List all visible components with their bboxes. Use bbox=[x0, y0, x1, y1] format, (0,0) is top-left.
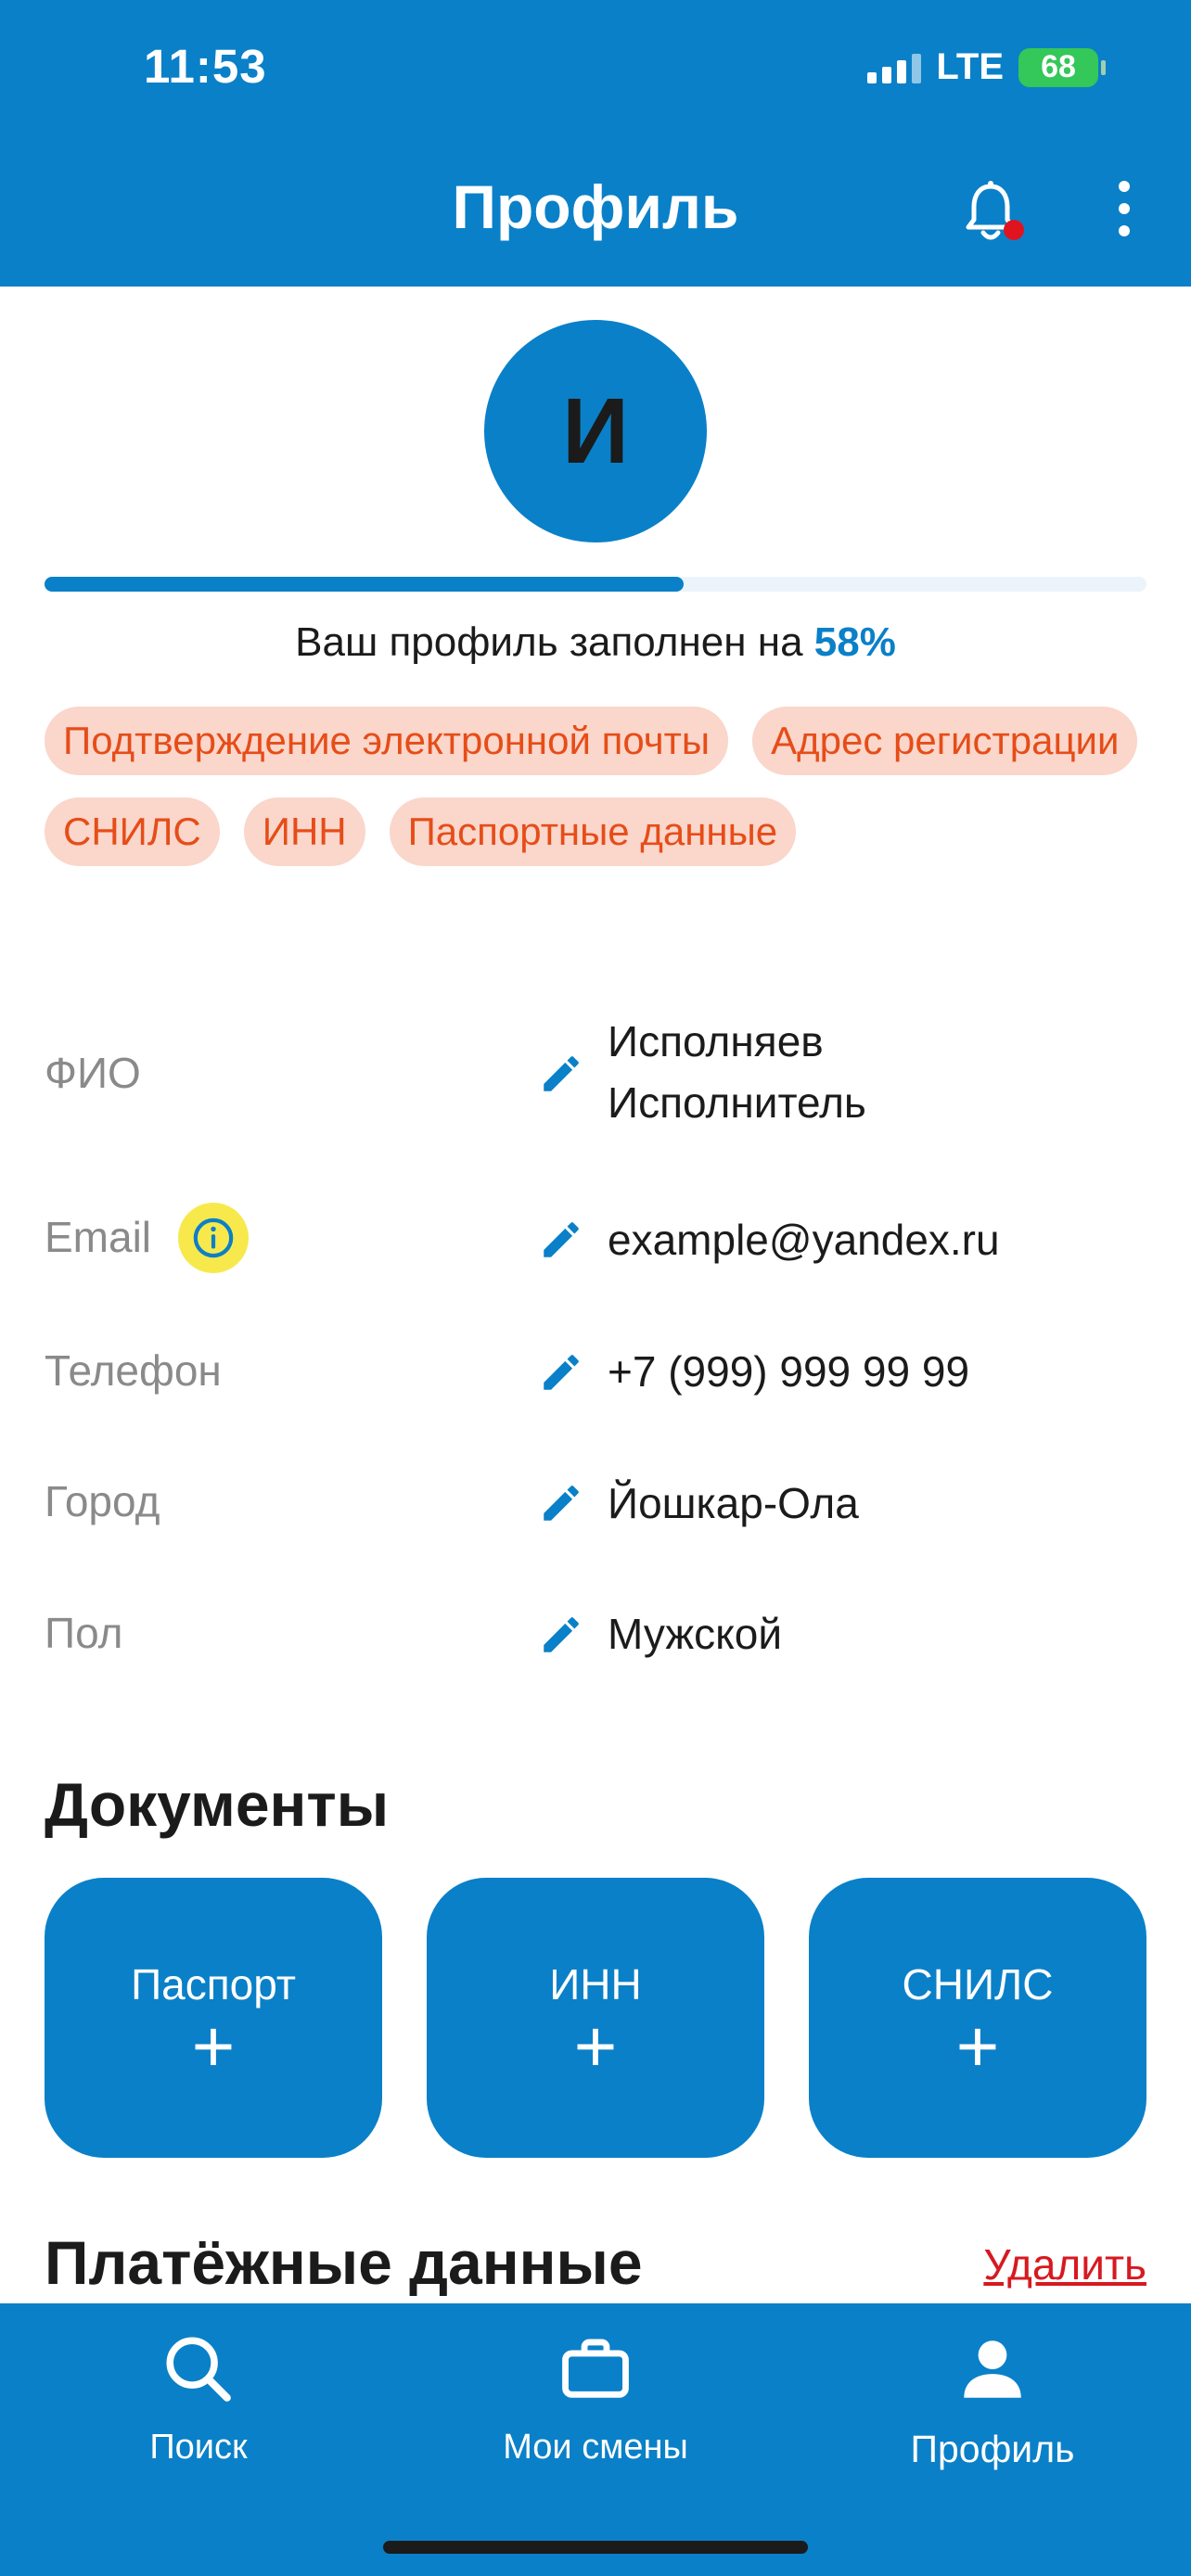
edit-city-pencil-icon[interactable] bbox=[538, 1480, 584, 1526]
add-inn-button[interactable]: ИНН + bbox=[427, 1878, 764, 2158]
doc-label-passport: Паспорт bbox=[131, 1960, 296, 2009]
plus-icon: + bbox=[573, 2005, 618, 2087]
doc-label-snils: СНИЛС bbox=[902, 1960, 1054, 2009]
avatar-initial: И bbox=[562, 378, 629, 483]
nav-item-profile[interactable]: Профиль bbox=[853, 2331, 1132, 2471]
briefcase-icon bbox=[562, 2339, 629, 2398]
payment-title: Платёжные данные bbox=[45, 2228, 643, 2297]
status-indicators: LTE 68 bbox=[867, 46, 1106, 88]
nav-label-shifts: Мои смены bbox=[503, 2428, 688, 2467]
search-icon bbox=[166, 2337, 231, 2402]
documents-title: Документы bbox=[45, 1770, 390, 1839]
network-type: LTE bbox=[936, 46, 1004, 87]
profile-screen: 11:53 LTE 68 Профиль И Ваш профиль запол bbox=[0, 0, 1191, 2576]
progress-percent: 58% bbox=[813, 619, 896, 665]
progress-text-prefix: Ваш профиль заполнен на bbox=[295, 619, 803, 665]
person-icon bbox=[964, 2340, 1021, 2398]
app-header: 11:53 LTE 68 Профиль bbox=[0, 0, 1191, 287]
edit-name-pencil-icon[interactable] bbox=[538, 1051, 584, 1097]
chip-snils[interactable]: СНИЛС bbox=[45, 797, 220, 866]
delete-payment-link[interactable]: Удалить bbox=[983, 2239, 1146, 2289]
notification-badge bbox=[1004, 220, 1024, 240]
field-label-phone: Телефон bbox=[45, 1346, 222, 1395]
field-value-city: Йошкар-Ола bbox=[608, 1479, 859, 1527]
avatar[interactable]: И bbox=[484, 320, 707, 542]
field-label-email: Email bbox=[45, 1213, 152, 1261]
field-value-email: example@yandex.ru bbox=[608, 1216, 1000, 1264]
field-value-gender: Мужской bbox=[608, 1610, 783, 1658]
add-snils-button[interactable]: СНИЛС + bbox=[809, 1878, 1146, 2158]
nav-item-shifts[interactable]: Мои смены bbox=[456, 2331, 735, 2468]
battery-icon: 68 bbox=[1018, 47, 1106, 87]
field-value-phone: +7 (999) 999 99 99 bbox=[608, 1347, 970, 1396]
profile-progress-text: Ваш профиль заполнен на 58% bbox=[0, 619, 1191, 666]
nav-label-profile: Профиль bbox=[910, 2428, 1075, 2470]
edit-gender-pencil-icon[interactable] bbox=[538, 1612, 584, 1658]
field-label-city: Город bbox=[45, 1477, 160, 1525]
field-value-name-line1: Исполняев bbox=[608, 1017, 824, 1065]
chip-registration-address[interactable]: Адрес регистрации bbox=[752, 707, 1138, 775]
chip-email-confirmation[interactable]: Подтверждение электронной почты bbox=[45, 707, 729, 775]
field-label-gender: Пол bbox=[45, 1609, 123, 1657]
doc-label-inn: ИНН bbox=[549, 1960, 642, 2009]
status-time: 11:53 bbox=[144, 40, 267, 93]
nav-item-search[interactable]: Поиск bbox=[59, 2331, 338, 2468]
edit-email-pencil-icon[interactable] bbox=[538, 1217, 584, 1263]
plus-icon: + bbox=[955, 2005, 1000, 2087]
signal-icon bbox=[867, 52, 922, 83]
plus-icon: + bbox=[191, 2005, 236, 2087]
field-value-name: Исполняев Исполнитель bbox=[608, 1011, 866, 1133]
battery-level: 68 bbox=[1041, 49, 1076, 84]
more-menu-icon[interactable] bbox=[1113, 181, 1135, 236]
edit-phone-pencil-icon[interactable] bbox=[538, 1349, 584, 1396]
field-label-name: ФИО bbox=[45, 1049, 141, 1097]
field-value-name-line2: Исполнитель bbox=[608, 1078, 866, 1127]
chip-passport[interactable]: Паспортные данные bbox=[389, 797, 797, 866]
missing-data-chips: Подтверждение электронной почты Адрес ре… bbox=[45, 707, 1148, 866]
bottom-nav: Поиск Мои смены Профиль bbox=[0, 2303, 1191, 2576]
chip-inn[interactable]: ИНН bbox=[243, 797, 365, 866]
home-indicator bbox=[383, 2541, 808, 2554]
profile-progress-bar bbox=[45, 577, 1146, 592]
add-passport-button[interactable]: Паспорт + bbox=[45, 1878, 382, 2158]
email-info-icon[interactable] bbox=[178, 1203, 249, 1273]
nav-label-search: Поиск bbox=[149, 2428, 248, 2467]
profile-progress-fill bbox=[45, 577, 685, 592]
